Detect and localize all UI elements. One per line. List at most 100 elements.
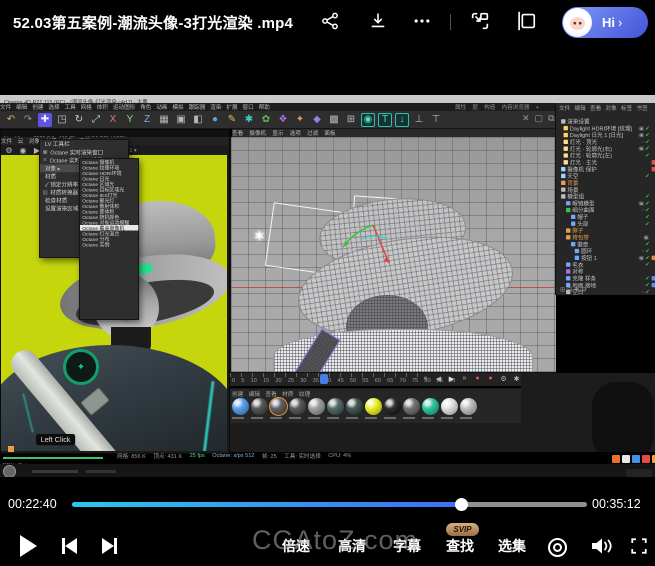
assistant-button[interactable]: Hi › bbox=[562, 7, 648, 38]
material-swatch[interactable] bbox=[441, 398, 458, 415]
settings-gear-icon[interactable]: ⚙ bbox=[4, 145, 14, 155]
object-manager-menu-item[interactable]: 编辑 bbox=[575, 104, 586, 112]
viewport-3d[interactable]: ✶ bbox=[230, 137, 556, 372]
enabled-check-icon[interactable]: ✓ bbox=[645, 254, 650, 261]
object-tag-chips[interactable]: ▫▣ bbox=[638, 125, 643, 131]
taskbar-icon-4[interactable] bbox=[642, 455, 650, 463]
object-tree-item[interactable]: 圆环 ▫ ✓ bbox=[558, 248, 655, 255]
c4d-menu-item[interactable]: 帮助 bbox=[259, 103, 270, 111]
object-tag-chips[interactable]: ▫▣ bbox=[638, 200, 643, 206]
c4d-menu-item[interactable]: 体积 bbox=[97, 103, 108, 111]
toolbar-icon[interactable]: Z bbox=[140, 113, 154, 127]
toolbar-icon[interactable]: ◆ bbox=[310, 113, 324, 127]
toolbar-icon[interactable]: ↓ bbox=[395, 113, 409, 127]
toolbar-icon[interactable]: ✚ bbox=[38, 113, 52, 127]
taskbar-icon-3[interactable] bbox=[632, 455, 640, 463]
toolbar-icon[interactable]: ↷ bbox=[21, 113, 35, 127]
live-viewer-menu-item[interactable]: 云 bbox=[18, 137, 24, 145]
transport-icon[interactable]: ⚙ bbox=[498, 373, 509, 384]
object-manager-menu-item[interactable]: 查看 bbox=[590, 104, 601, 112]
enabled-check-icon[interactable]: ✓ bbox=[645, 275, 650, 282]
object-tree-item[interactable]: 帽子 ✓ bbox=[558, 213, 655, 220]
panel-tab[interactable]: 构造 bbox=[484, 103, 495, 111]
material-swatch[interactable] bbox=[251, 398, 268, 415]
panel-tab[interactable]: + bbox=[536, 104, 539, 110]
c4d-menu-item[interactable]: 角色 bbox=[140, 103, 151, 111]
material-menu-item[interactable]: 纹理 bbox=[299, 390, 310, 398]
c4d-menu-item[interactable]: 工具 bbox=[65, 103, 76, 111]
panel-tab[interactable]: 层 bbox=[472, 103, 478, 111]
toolbar-icon[interactable]: ↻ bbox=[72, 113, 86, 127]
taskbar-icon-1[interactable] bbox=[612, 455, 620, 463]
transport-icon[interactable]: « bbox=[420, 373, 431, 384]
material-swatch[interactable] bbox=[270, 398, 287, 415]
play-button[interactable] bbox=[20, 535, 37, 557]
enabled-check-icon[interactable]: ✓ bbox=[645, 152, 650, 159]
object-tree-item[interactable]: 徽章 ✓ bbox=[558, 241, 655, 248]
c4d-menu-item[interactable]: 创建 bbox=[32, 103, 43, 111]
enabled-check-icon[interactable]: ✓ bbox=[645, 132, 650, 139]
toolbar-icon[interactable]: ✱ bbox=[242, 113, 256, 127]
object-tree-item[interactable]: 细分曲面 ▫ ✓ bbox=[558, 207, 655, 214]
previous-button[interactable] bbox=[62, 538, 77, 554]
viewport-menu-item[interactable]: 显示 bbox=[272, 129, 283, 137]
enabled-check-icon[interactable]: ✓ bbox=[645, 213, 650, 220]
object-tag-chips[interactable]: ▫▣ bbox=[638, 132, 643, 138]
object-tag-chips[interactable]: ▫ bbox=[642, 248, 643, 254]
material-swatch[interactable] bbox=[327, 398, 344, 415]
viewport-window-icon[interactable]: ▢ bbox=[535, 113, 544, 124]
object-tag-chips[interactable]: ▫ bbox=[642, 289, 643, 295]
enabled-check-icon[interactable]: ✓ bbox=[645, 200, 650, 207]
c4d-menu-item[interactable]: 网格 bbox=[81, 103, 92, 111]
viewport-menu-item[interactable]: 过滤 bbox=[307, 129, 318, 137]
dropdown-menu-item[interactable]: ▣ Octane 实时渲染窗口 bbox=[40, 148, 128, 156]
transport-icon[interactable]: » bbox=[459, 373, 470, 384]
render-target-icon[interactable]: ◉ bbox=[18, 145, 28, 155]
object-manager-menu-item[interactable]: 书签 bbox=[637, 104, 648, 112]
current-frame-marker[interactable] bbox=[320, 374, 328, 384]
toolbar-icon[interactable]: ↶ bbox=[4, 113, 18, 127]
dock-window-icon[interactable] bbox=[514, 9, 538, 33]
object-manager-menu-item[interactable]: 标签 bbox=[621, 104, 632, 112]
object-manager-menu-item[interactable]: 文件 bbox=[559, 104, 570, 112]
toolbar-icon[interactable]: ▦ bbox=[157, 113, 171, 127]
enabled-check-icon[interactable]: ✓ bbox=[645, 220, 650, 227]
toolbar-icon[interactable]: T bbox=[378, 113, 392, 127]
material-swatch[interactable] bbox=[232, 398, 249, 415]
pip-capture-icon[interactable] bbox=[468, 9, 492, 33]
c4d-menu-item[interactable]: 文件 bbox=[0, 103, 11, 111]
toolbar-icon[interactable]: ◉ bbox=[361, 113, 375, 127]
viewport-menu-item[interactable]: 选项 bbox=[290, 129, 301, 137]
viewport-menu-item[interactable]: 查看 bbox=[232, 129, 243, 137]
material-swatch[interactable] bbox=[365, 398, 382, 415]
dropdown-menu-item[interactable]: LV 工具栏 bbox=[40, 140, 128, 148]
viewport-menu-item[interactable]: 摄像机 bbox=[249, 129, 266, 137]
transport-icon[interactable]: ● bbox=[485, 373, 496, 384]
material-swatch[interactable] bbox=[289, 398, 306, 415]
transport-icon[interactable]: ● bbox=[472, 373, 483, 384]
progress-thumb[interactable] bbox=[455, 498, 468, 511]
toolbar-icon[interactable]: ⊤ bbox=[429, 113, 443, 127]
download-icon[interactable] bbox=[366, 9, 390, 33]
next-button[interactable] bbox=[102, 538, 117, 554]
live-viewer-menu-item[interactable]: 文件 bbox=[1, 137, 12, 145]
toolbar-icon[interactable]: Y bbox=[123, 113, 137, 127]
material-swatch[interactable] bbox=[384, 398, 401, 415]
enabled-check-icon[interactable]: ✓ bbox=[645, 289, 650, 296]
toolbar-icon[interactable]: ⊥ bbox=[412, 113, 426, 127]
material-swatch[interactable] bbox=[403, 398, 420, 415]
toolbar-icon[interactable]: ◧ bbox=[191, 113, 205, 127]
enabled-check-icon[interactable]: ✓ bbox=[645, 282, 650, 289]
c4d-menu-item[interactable]: 运动图形 bbox=[113, 103, 135, 111]
toolbar-icon[interactable]: ❖ bbox=[276, 113, 290, 127]
viewport-window-icon[interactable]: ⧉ bbox=[548, 113, 554, 124]
material-swatch[interactable] bbox=[308, 398, 325, 415]
enabled-check-icon[interactable]: ✓ bbox=[645, 173, 650, 180]
material-swatch[interactable] bbox=[346, 398, 363, 415]
transport-icon[interactable]: ◀ bbox=[433, 373, 444, 384]
enabled-check-icon[interactable]: ✓ bbox=[645, 193, 650, 200]
object-tree-item[interactable]: 挎包带 ▫▣ bbox=[558, 234, 655, 241]
toolbar-icon[interactable]: ▩ bbox=[327, 113, 341, 127]
toolbar-icon[interactable]: ● bbox=[208, 113, 222, 127]
object-tag-chips[interactable]: ▫ bbox=[642, 207, 643, 213]
